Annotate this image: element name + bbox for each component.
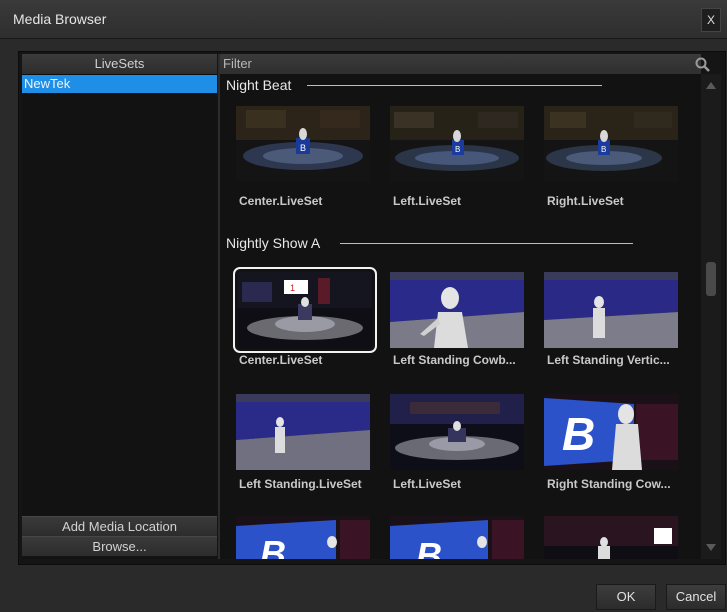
media-panel: Filter Night Beat B B B Center.LiveSet L…: [220, 54, 701, 559]
section-divider: [307, 85, 602, 86]
vertical-scrollbar[interactable]: [701, 74, 721, 559]
filter-label: Filter: [223, 56, 252, 71]
filter-input[interactable]: Filter: [220, 54, 701, 74]
thumbnail-nightly-left[interactable]: [390, 394, 524, 470]
thumbnail-nightly-center[interactable]: 1: [233, 267, 377, 353]
svg-text:B: B: [601, 145, 606, 154]
caption-left-standing-liveset: Left Standing.LiveSet: [239, 477, 362, 491]
livesets-header: LiveSets: [22, 54, 217, 75]
caption-left-liveset: Left.LiveSet: [393, 477, 462, 491]
caption-center-liveset: Center.LiveSet: [239, 353, 323, 367]
section-title-night-beat: Night Beat: [226, 77, 292, 93]
ok-button[interactable]: OK: [596, 584, 656, 610]
location-item-newtek[interactable]: NewTek: [22, 75, 217, 93]
search-icon[interactable]: [694, 57, 712, 73]
thumbnail-left-standing-vertical[interactable]: [544, 272, 678, 348]
section-divider: [340, 243, 633, 244]
thumbnail-night-beat-center[interactable]: B: [236, 106, 370, 182]
title-bar: Media Browser X: [0, 0, 727, 39]
svg-text:1: 1: [290, 283, 295, 293]
cancel-button[interactable]: Cancel: [666, 584, 726, 610]
caption-right-liveset: Right.LiveSet: [547, 194, 624, 208]
livesets-panel: LiveSets NewTek Add Media Location Brows…: [22, 54, 217, 559]
svg-text:B: B: [562, 408, 595, 460]
thumbnail-partial[interactable]: [544, 516, 678, 559]
caption-left-standing-vertical: Left Standing Vertic...: [547, 353, 670, 367]
scroll-up-icon[interactable]: [706, 82, 716, 89]
close-button[interactable]: X: [701, 8, 721, 32]
thumbnail-night-beat-right[interactable]: B: [544, 106, 678, 182]
scroll-down-icon[interactable]: [706, 544, 716, 551]
thumbnail-night-beat-left[interactable]: B: [390, 106, 524, 182]
caption-center-liveset: Center.LiveSet: [239, 194, 323, 208]
thumbnail-left-standing-cowboy[interactable]: [390, 272, 524, 348]
window-title: Media Browser: [13, 11, 107, 27]
svg-text:B: B: [260, 533, 286, 559]
thumbnail-partial[interactable]: B: [236, 516, 370, 559]
svg-text:B: B: [455, 145, 460, 154]
caption-left-standing-cowboy: Left Standing Cowb...: [393, 353, 516, 367]
caption-right-standing-cowboy: Right Standing Cow...: [547, 477, 671, 491]
svg-text:B: B: [300, 143, 306, 153]
browse-button[interactable]: Browse...: [22, 536, 217, 557]
svg-text:B: B: [416, 535, 442, 559]
section-title-nightly-show-a: Nightly Show A: [226, 235, 321, 251]
thumbnail-left-standing[interactable]: [236, 394, 370, 470]
scrollbar-thumb[interactable]: [706, 262, 716, 296]
thumbnail-partial[interactable]: B: [390, 516, 524, 559]
add-media-location-button[interactable]: Add Media Location: [22, 516, 217, 537]
caption-left-liveset: Left.LiveSet: [393, 194, 462, 208]
thumbnail-right-standing-cowboy[interactable]: B: [544, 394, 678, 470]
